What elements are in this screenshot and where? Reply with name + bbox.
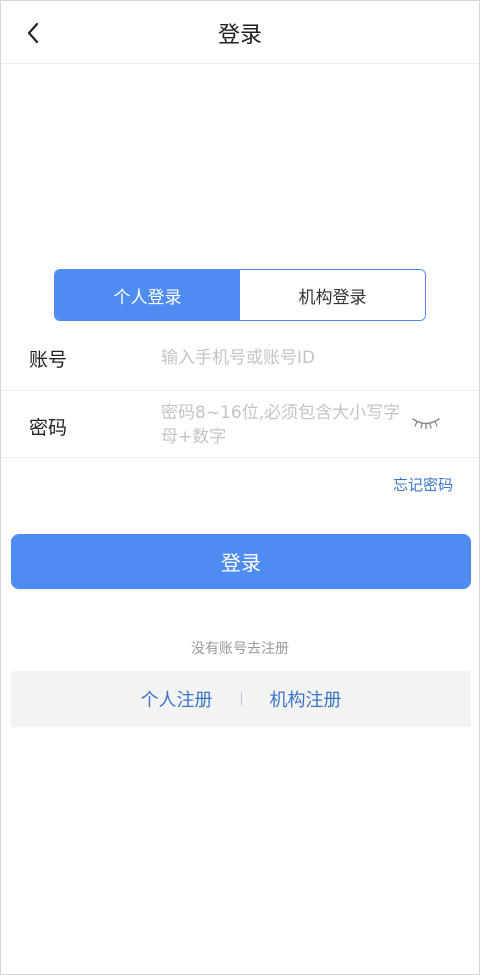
- register-divider: [240, 692, 242, 706]
- password-input[interactable]: [161, 401, 401, 449]
- login-button[interactable]: 登录: [11, 534, 471, 589]
- account-label: 账号: [29, 349, 68, 371]
- login-type-tabs: 个人登录 机构登录: [54, 269, 426, 321]
- page-title: 登录: [217, 23, 262, 48]
- password-row: 密码: [1, 391, 479, 458]
- register-bar: 个人注册 机构注册: [11, 671, 471, 727]
- account-row: 账号: [1, 325, 479, 391]
- account-input[interactable]: [161, 345, 451, 371]
- tab-personal-login[interactable]: 个人登录: [55, 270, 240, 320]
- personal-register-link[interactable]: 个人注册: [141, 686, 213, 712]
- login-screen: 登录 个人登录 机构登录 账号 密码 忘记密码 登录 没有账号去注册 个人注册 …: [0, 0, 480, 975]
- toggle-password-visibility-button[interactable]: [411, 415, 445, 435]
- forgot-password-link[interactable]: 忘记密码: [393, 474, 453, 495]
- institution-register-link[interactable]: 机构注册: [270, 686, 342, 712]
- header-bar: 登录: [1, 1, 479, 64]
- register-hint: 没有账号去注册: [191, 641, 289, 657]
- password-label: 密码: [29, 417, 68, 439]
- eye-closed-icon: [412, 418, 440, 430]
- tab-institution-login[interactable]: 机构登录: [240, 270, 425, 320]
